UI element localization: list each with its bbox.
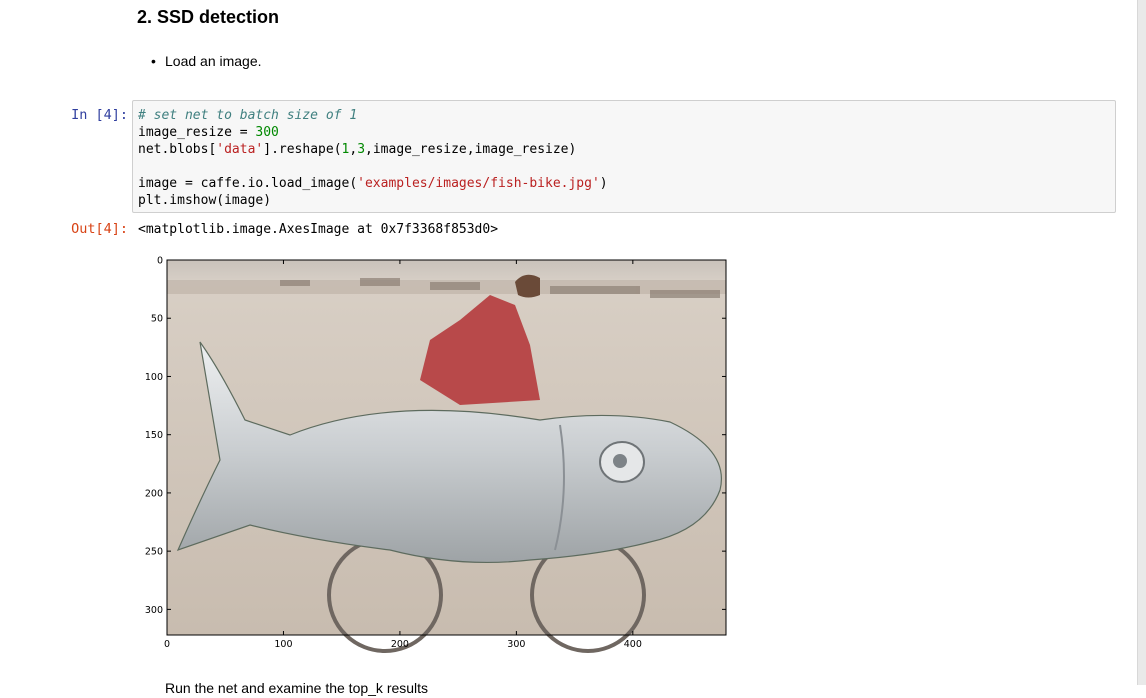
code-token: 'data' [216,142,264,157]
code-token: ,image_resize,image_resize) [365,142,577,157]
bullet-load-image: Load an image. [150,51,262,71]
y-tick-label: 250 [145,547,163,558]
output-text: <matplotlib.image.AxesImage at 0x7f3368f… [138,222,499,237]
x-tick-label: 100 [274,639,292,650]
code-token: # set net to batch size of 1 [138,108,358,123]
imshow-figure: 0 100 200 300 400 0 50 100 150 200 250 300 [145,256,727,653]
next-bullet-partial: Run the net and examine the top_k result… [165,680,429,696]
input-prompt: In [4]: [71,107,128,123]
markdown-bullet-list: Load an image. [150,51,262,71]
code-token: 'examples/images/fish-bike.jpg' [357,176,600,191]
code-token: plt.imshow(image) [138,193,272,208]
y-tick-label: 0 [157,256,163,267]
code-token: , [349,142,358,157]
section-heading: 2. SSD detection [137,7,280,27]
x-tick-label: 400 [624,639,642,650]
y-tick-label: 100 [145,372,163,383]
code-token: 3 [357,142,366,157]
output-prompt: Out[4]: [71,221,128,237]
code-token: image = caffe.io.load_image( [138,176,358,191]
fish-bike-photo [167,260,726,653]
code-token: 300 [255,125,279,140]
code-token: image_resize = [138,125,256,140]
code-cell-input[interactable]: # set net to batch size of 1 image_resiz… [132,100,1116,213]
x-tick-label: 200 [391,639,409,650]
y-tick-label: 150 [145,430,163,441]
code-token: net.blobs[ [138,142,217,157]
x-tick-label: 0 [164,639,170,650]
y-tick-label: 200 [145,488,163,499]
code-token: ) [599,176,608,191]
code-token: ].reshape( [263,142,342,157]
vertical-scrollbar[interactable] [1137,0,1146,685]
x-tick-label: 300 [507,639,525,650]
y-tick-label: 300 [145,605,163,616]
code-editor[interactable]: # set net to batch size of 1 image_resiz… [138,107,608,209]
y-tick-label: 50 [151,314,163,325]
